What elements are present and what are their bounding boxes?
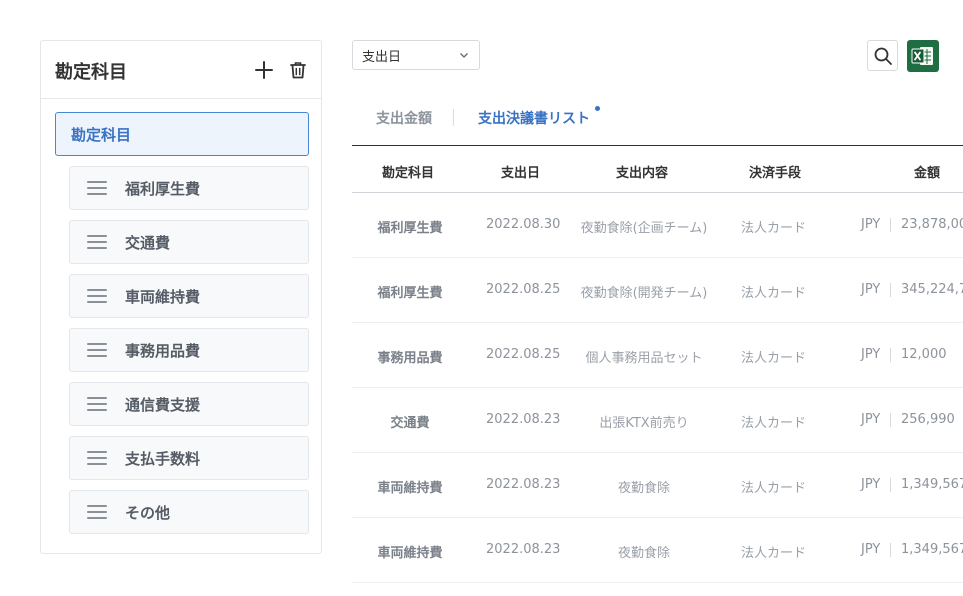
account-item-label: 車両維持費 (125, 287, 201, 306)
account-item-label: 福利厚生費 (125, 179, 201, 198)
drag-handle-icon[interactable] (87, 505, 107, 519)
table-row[interactable]: 福利厚生費 2022.08.25 夜勤食除(開発チーム) 法人カード JPY 3… (352, 258, 963, 323)
excel-export-button[interactable] (907, 40, 939, 72)
cell-method: 法人カード (741, 351, 807, 366)
account-item-label: その他 (125, 503, 171, 522)
cell-currency: JPY (861, 412, 881, 427)
cell-content: 個人事務用品セット (585, 351, 703, 366)
add-icon[interactable] (253, 59, 275, 81)
tab-divider (453, 109, 454, 126)
table-row[interactable]: 車両維持費 2022.08.23 夜勤食除 法人カード JPY 1,349,56… (352, 453, 963, 518)
cell-amount: 23,878,00 (901, 217, 963, 232)
cell-account: 福利厚生費 (377, 221, 443, 236)
tab-expense-resolution-list[interactable]: 支出決議書リスト (478, 108, 590, 128)
cell-amount: 1,349,567 (901, 542, 963, 557)
root-account-item[interactable]: 勘定科目 (55, 112, 309, 156)
drag-handle-icon[interactable] (87, 397, 107, 411)
cell-method: 法人カード (741, 416, 807, 431)
currency-divider (890, 348, 891, 362)
account-item-communication[interactable]: 通信費支援 (69, 382, 309, 426)
account-item-welfare[interactable]: 福利厚生費 (69, 166, 309, 210)
header-account[interactable]: 勘定科目 (382, 162, 434, 181)
account-item-label: 交通費 (125, 233, 171, 252)
table-row[interactable]: 車両維持費 2022.08.23 夜勤食除 法人カード JPY 1,349,56… (352, 518, 963, 583)
cell-account: 福利厚生費 (377, 286, 443, 301)
account-item-fees[interactable]: 支払手数料 (69, 436, 309, 480)
account-item-label: 支払手数料 (125, 449, 201, 468)
cell-amount: 12,000 (901, 347, 947, 362)
currency-divider (890, 283, 891, 297)
cell-account: 車両維持費 (377, 481, 443, 496)
cell-content: 夜勤食除(企画チーム) (580, 221, 708, 236)
excel-icon (911, 47, 933, 65)
chevron-down-icon (460, 53, 468, 58)
header-method[interactable]: 決済手段 (749, 162, 801, 181)
cell-content: 出張KTX前売り (599, 416, 689, 431)
cell-currency: JPY (861, 217, 881, 232)
table-header: 勘定科目 支出日 支出内容 決済手段 金額 (352, 145, 963, 193)
cell-account: 事務用品費 (377, 351, 443, 366)
search-button[interactable] (867, 40, 898, 71)
cell-content: 夜勤食除(開発チーム) (580, 286, 708, 301)
account-item-transport[interactable]: 交通費 (69, 220, 309, 264)
cell-content: 夜勤食除 (617, 546, 670, 561)
currency-divider (890, 543, 891, 557)
account-item-label: 通信費支援 (125, 395, 201, 414)
currency-divider (890, 218, 891, 232)
drag-handle-icon[interactable] (87, 289, 107, 303)
cell-amount: 1,349,567 (901, 477, 963, 492)
cell-content: 夜勤食除 (617, 481, 670, 496)
account-item-label: 事務用品費 (125, 341, 201, 360)
header-content[interactable]: 支出内容 (616, 162, 668, 181)
cell-method: 法人カード (741, 221, 807, 236)
panel-header: 勘定科目 (41, 41, 321, 99)
account-item-other[interactable]: その他 (69, 490, 309, 534)
header-amount[interactable]: 金額 (914, 162, 940, 181)
cell-method: 法人カード (741, 546, 807, 561)
account-panel: 勘定科目 勘定科目 福利厚生費 交通費 車両維持費 事務用品費 通信費支援 支払… (40, 40, 322, 554)
cell-currency: JPY (861, 347, 881, 362)
drag-handle-icon[interactable] (87, 451, 107, 465)
drag-handle-icon[interactable] (87, 181, 107, 195)
cell-method: 法人カード (741, 286, 807, 301)
table-row[interactable]: 交通費 2022.08.23 出張KTX前売り 法人カード JPY 256,99… (352, 388, 963, 453)
tab-bar: 支出金額 支出決議書リスト (352, 100, 963, 136)
panel-title: 勘定科目 (55, 62, 127, 83)
active-tab-indicator (595, 106, 600, 111)
trash-icon[interactable] (287, 59, 309, 81)
table-row[interactable]: 福利厚生費 2022.08.30 夜勤食除(企画チーム) 法人カード JPY 2… (352, 193, 963, 258)
cell-currency: JPY (861, 477, 881, 492)
currency-divider (890, 478, 891, 492)
currency-divider (890, 413, 891, 427)
drag-handle-icon[interactable] (87, 343, 107, 357)
account-item-office-supplies[interactable]: 事務用品費 (69, 328, 309, 372)
table-row[interactable]: 事務用品費 2022.08.25 個人事務用品セット 法人カード JPY 12,… (352, 323, 963, 388)
header-date[interactable]: 支出日 (501, 162, 540, 181)
cell-amount: 345,224,7 (901, 282, 963, 297)
account-list: 福利厚生費 交通費 車両維持費 事務用品費 通信費支援 支払手数料 その他 (69, 166, 309, 544)
search-icon (874, 47, 892, 65)
cell-currency: JPY (861, 542, 881, 557)
drag-handle-icon[interactable] (87, 235, 107, 249)
cell-account: 交通費 (390, 416, 430, 431)
cell-account: 車両維持費 (377, 546, 443, 561)
expense-table: 勘定科目 支出日 支出内容 決済手段 金額 福利厚生費 2022.08.30 夜… (352, 145, 963, 583)
cell-method: 法人カード (741, 481, 807, 496)
account-item-vehicle[interactable]: 車両維持費 (69, 274, 309, 318)
date-filter-value: 支出日 (362, 49, 402, 65)
cell-amount: 256,990 (901, 412, 955, 427)
cell-currency: JPY (861, 282, 881, 297)
date-filter-select[interactable]: 支出日 (352, 40, 480, 70)
tab-expense-amount[interactable]: 支出金額 (376, 108, 432, 128)
